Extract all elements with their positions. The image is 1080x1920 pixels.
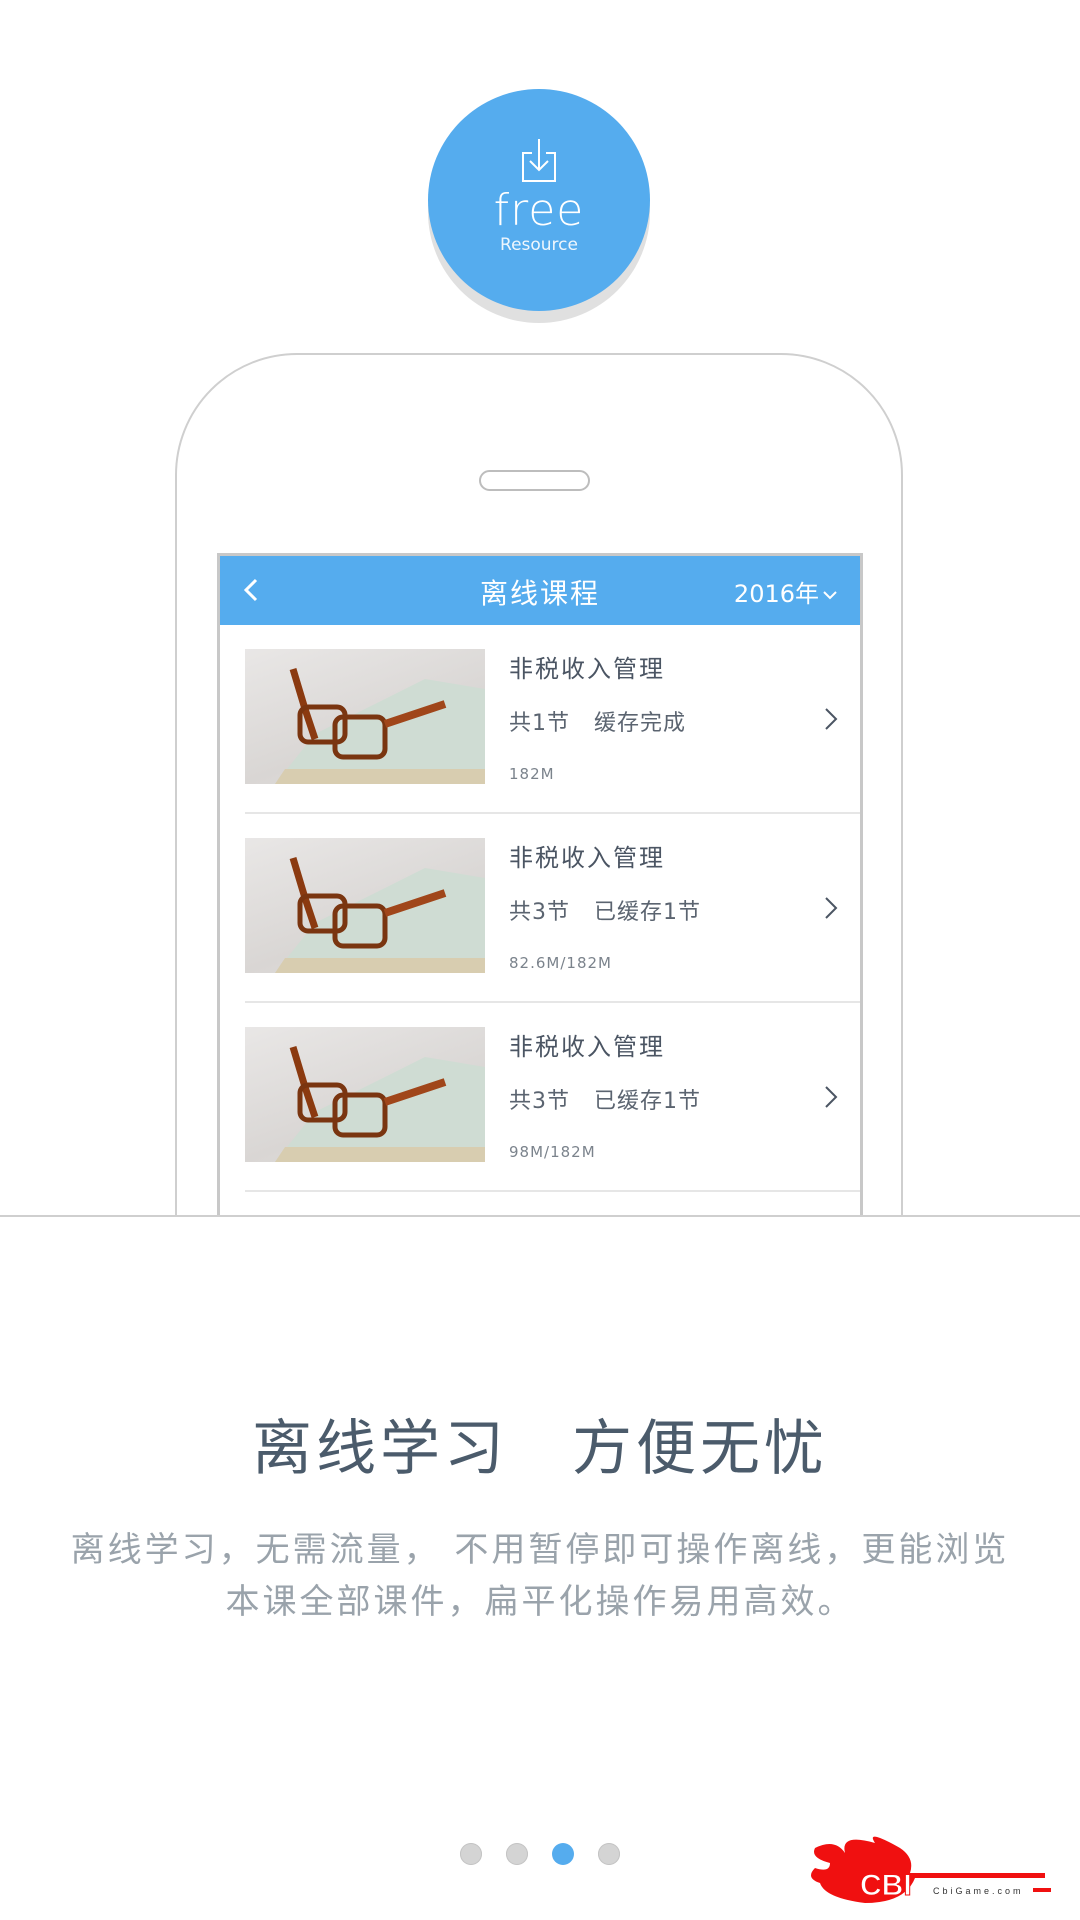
glasses-image <box>275 1045 485 1162</box>
page-dot[interactable] <box>506 1843 528 1865</box>
svg-text:CbiGame.com: CbiGame.com <box>933 1886 1024 1896</box>
cache-status: 缓存完成 <box>594 711 687 736</box>
course-title: 非税收入管理 <box>509 844 665 872</box>
headline: 离线学习 方便无忧 <box>252 1414 828 1484</box>
chevron-down-icon <box>823 591 837 600</box>
course-size: 98M/182M <box>509 1143 596 1161</box>
course-title: 非税收入管理 <box>509 1033 665 1061</box>
phone-speaker <box>479 470 590 491</box>
cbi-watermark-logo: CBI CbiGame.com <box>811 1836 1051 1903</box>
course-size: 182M <box>509 765 555 783</box>
year-label: 2016年 <box>733 580 819 608</box>
course-thumbnail <box>245 649 485 784</box>
glasses-image <box>275 667 485 784</box>
course-meta: 共3节 已缓存1节 <box>509 1083 701 1115</box>
phone-mockup: 离线课程 2016年 非税收入管理 共1节 缓存完成 182M 非税收入管理 共… <box>0 0 1080 1216</box>
page-dot[interactable] <box>460 1843 482 1865</box>
chevron-right-icon <box>825 708 838 730</box>
course-title: 非税收入管理 <box>509 655 665 683</box>
section-divider <box>0 1215 1080 1217</box>
description: 离线学习，无需流量， 不用暂停即可操作离线，更能浏览本课全部课件，扁平化操作易用… <box>70 1530 1010 1622</box>
page-dot[interactable] <box>552 1843 574 1865</box>
phone-screen: 离线课程 2016年 非税收入管理 共1节 缓存完成 182M 非税收入管理 共… <box>217 553 863 1216</box>
chevron-right-icon <box>825 897 838 919</box>
course-sections: 共3节 <box>509 900 570 925</box>
course-sections: 共3节 <box>509 1089 570 1114</box>
app-header: 离线课程 2016年 <box>220 556 860 625</box>
course-list-item[interactable]: 非税收入管理 <box>245 1192 860 1216</box>
course-meta: 共1节 缓存完成 <box>509 705 686 737</box>
page-dot[interactable] <box>598 1843 620 1865</box>
course-thumbnail <box>245 1027 485 1162</box>
course-sections: 共1节 <box>509 711 570 736</box>
course-list-item[interactable]: 非税收入管理 共3节 已缓存1节 82.6M/182M <box>245 814 860 1003</box>
glasses-image <box>275 856 485 973</box>
course-list-item[interactable]: 非税收入管理 共1节 缓存完成 182M <box>245 625 860 814</box>
course-thumbnail <box>245 838 485 973</box>
course-size: 82.6M/182M <box>509 954 612 972</box>
course-list-item[interactable]: 非税收入管理 共3节 已缓存1节 98M/182M <box>245 1003 860 1192</box>
chevron-right-icon <box>825 1086 838 1108</box>
course-meta: 共3节 已缓存1节 <box>509 894 701 926</box>
cache-status: 已缓存1节 <box>594 1089 701 1114</box>
cache-status: 已缓存1节 <box>594 900 701 925</box>
svg-text:CBI: CBI <box>860 1869 912 1902</box>
year-selector[interactable]: 2016年 <box>734 574 838 609</box>
